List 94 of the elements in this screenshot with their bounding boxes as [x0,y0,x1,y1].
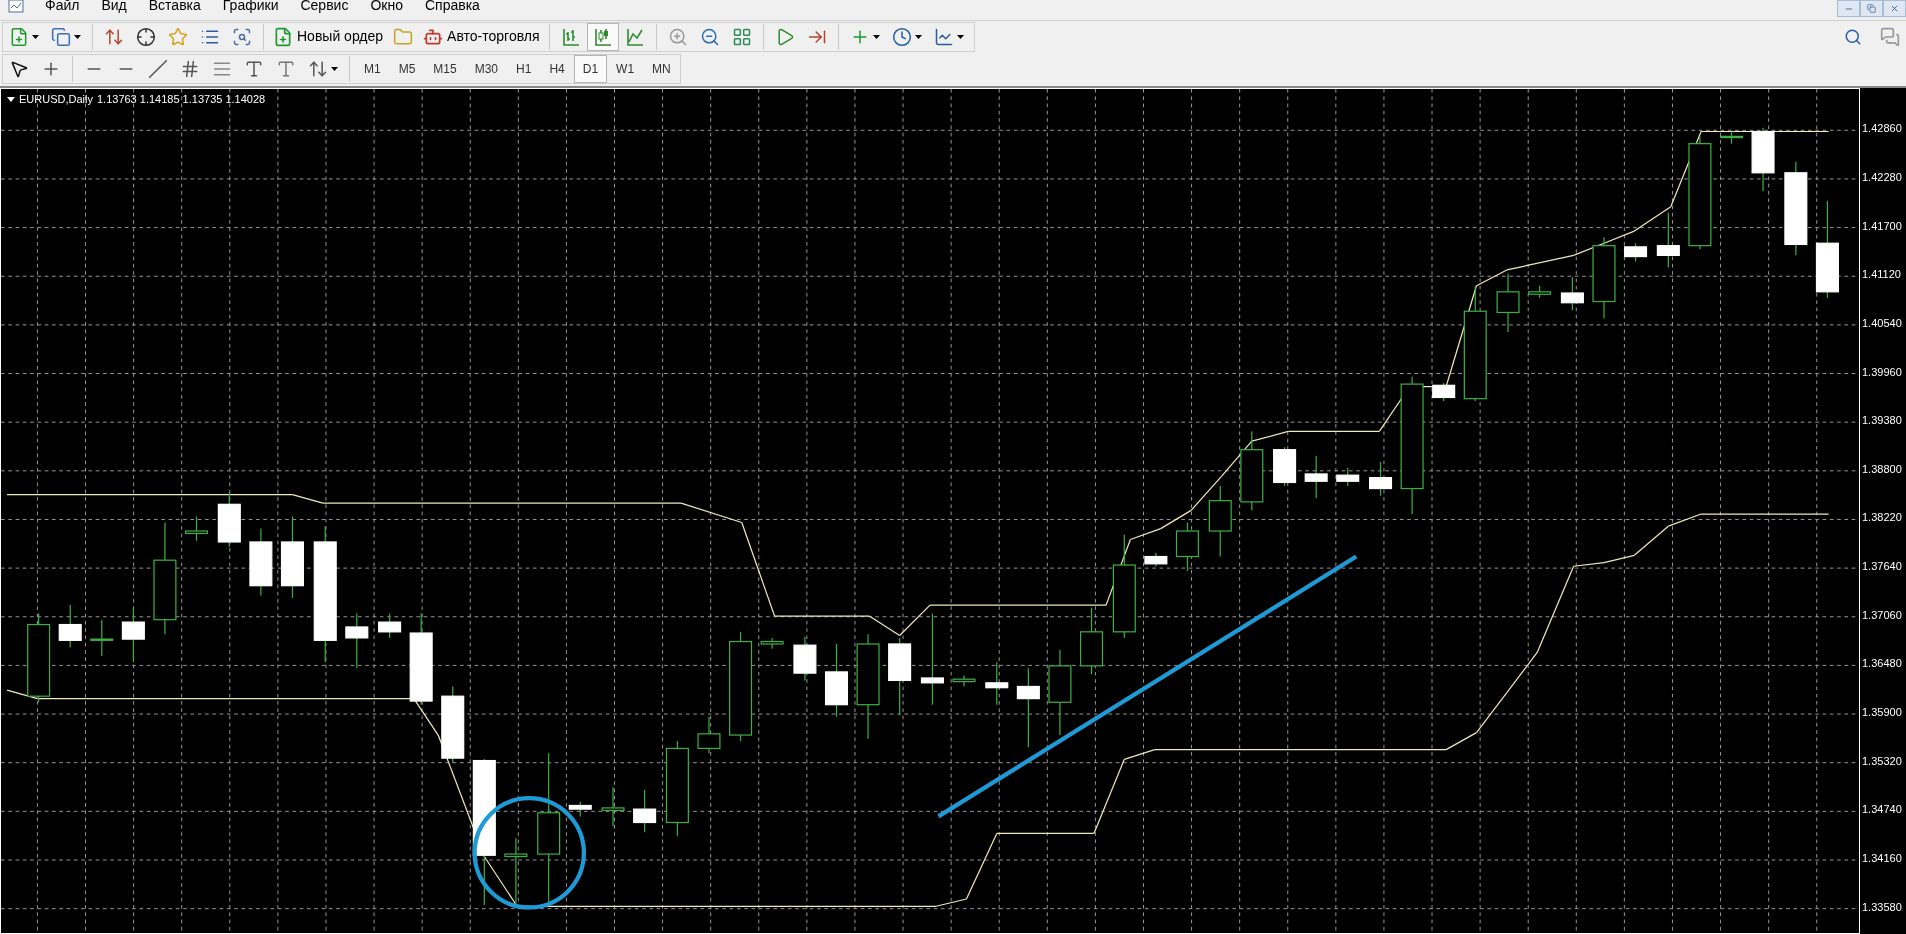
candlestick [1751,127,1775,192]
candlestick [952,674,976,688]
candlestick [504,837,528,906]
candlestick [1079,606,1104,675]
price-axis-label: 1.42280 [1862,170,1902,184]
restore-icon[interactable] [1867,4,1876,13]
timeframe-button[interactable]: MN [643,55,680,83]
price-axis-label: 1.38220 [1862,511,1902,525]
price-axis-label: 1.37640 [1862,560,1902,574]
candlestick [249,528,273,596]
candlestick [378,613,402,639]
menu-item[interactable]: Вставка [137,0,212,12]
candlestick [1560,276,1584,311]
chart-quote: 1.13763 1.14185 1.13735 1.14028 [96,92,266,107]
cursor-icon[interactable] [9,59,29,79]
caret-icon[interactable] [74,34,81,39]
timeframe-button[interactable]: H4 [540,55,574,83]
trend-line-icon[interactable] [148,59,168,79]
candlestick [217,491,241,548]
restore-button[interactable] [1860,0,1883,17]
price-axis-label: 1.39960 [1862,365,1902,379]
price-axis-label: 1.34160 [1862,852,1902,865]
chart-type-button[interactable] [586,22,619,51]
caret-icon[interactable] [32,34,39,39]
app-icon [8,0,24,14]
candlestick [185,515,209,542]
candlestick [1175,521,1199,572]
tile-windows-icon[interactable] [731,26,752,47]
candlestick [1719,130,1744,145]
candlestick [760,637,784,650]
caret-icon[interactable] [956,34,964,39]
candlestick [1624,242,1648,263]
caret-icon[interactable] [914,34,922,39]
arrows-icon[interactable] [308,59,328,79]
candlestick [1496,273,1520,333]
candlestick [985,661,1009,706]
timeframe-button[interactable]: H1 [507,55,541,83]
bar-chart-icon[interactable] [560,26,581,47]
candlestick [90,619,114,657]
menu-item[interactable]: Окно [359,0,414,12]
price-axis-label: 1.35900 [1862,706,1902,720]
new-order-icon [273,26,293,47]
candlestick [601,786,625,827]
search-icon[interactable] [1844,27,1862,46]
timeframe-button[interactable]: M15 [424,55,466,83]
price-axis-label: 1.39380 [1862,414,1902,428]
caret-icon[interactable] [331,67,338,71]
zoom-in-icon[interactable] [667,26,688,47]
auto-trading-button[interactable]: Авто-торговля [419,22,544,51]
candlestick [58,604,82,649]
candlestick [1336,467,1360,487]
timeframe-button[interactable]: D1 [573,55,608,83]
price-axis-label: 1.33580 [1862,900,1902,914]
price-axis-label: 1.42860 [1862,122,1902,136]
candlestick-icon[interactable] [592,26,613,47]
chart-symbol: EURUSD,Daily [19,92,93,107]
candlestick [793,636,817,681]
timeframe-button[interactable]: M30 [465,55,508,83]
menu-item[interactable]: Справка [413,0,491,12]
line-chart-icon[interactable] [624,26,645,47]
chat-icon[interactable] [1880,26,1900,47]
price-axis-label: 1.37060 [1862,608,1902,622]
timeframe-button[interactable]: M5 [389,55,425,83]
text-label-icon[interactable] [276,59,296,79]
candlestick [345,613,369,669]
price-axis-label: 1.34740 [1862,803,1902,817]
collapse-triangle-icon[interactable] [7,96,15,102]
menu-item[interactable]: Графики [211,0,290,12]
menu-item[interactable]: Вид [90,0,138,12]
text-icon[interactable] [244,59,264,79]
candlestick [1528,285,1552,299]
timeframe-button[interactable]: M1 [355,55,390,83]
price-axis-label: 1.36480 [1862,657,1902,671]
price-axis-label: 1.41700 [1862,219,1902,233]
candlestick [1369,461,1393,497]
price-axis-label: 1.35320 [1862,754,1902,768]
price-axis-label: 1.41120 [1862,268,1901,282]
candlestick [121,606,145,663]
menu-item[interactable]: Файл [34,0,91,12]
timeframe-button[interactable]: W1 [607,55,644,83]
candlestick [1432,382,1456,402]
price-axis-label: 1.38800 [1862,462,1902,476]
menu-item[interactable]: Сервис [289,0,360,12]
candlestick [1656,212,1680,269]
caret-icon[interactable] [872,34,880,39]
candlestick [1144,552,1168,567]
candlestick [1273,446,1297,487]
candlestick [697,716,721,754]
candlestick [1304,455,1328,499]
candlestick [633,789,657,833]
new-order-button[interactable]: Новый ордер [269,22,388,51]
zoom-out-icon[interactable] [699,26,720,47]
price-axis-label: 1.40540 [1862,316,1902,330]
candlestick [568,801,592,818]
